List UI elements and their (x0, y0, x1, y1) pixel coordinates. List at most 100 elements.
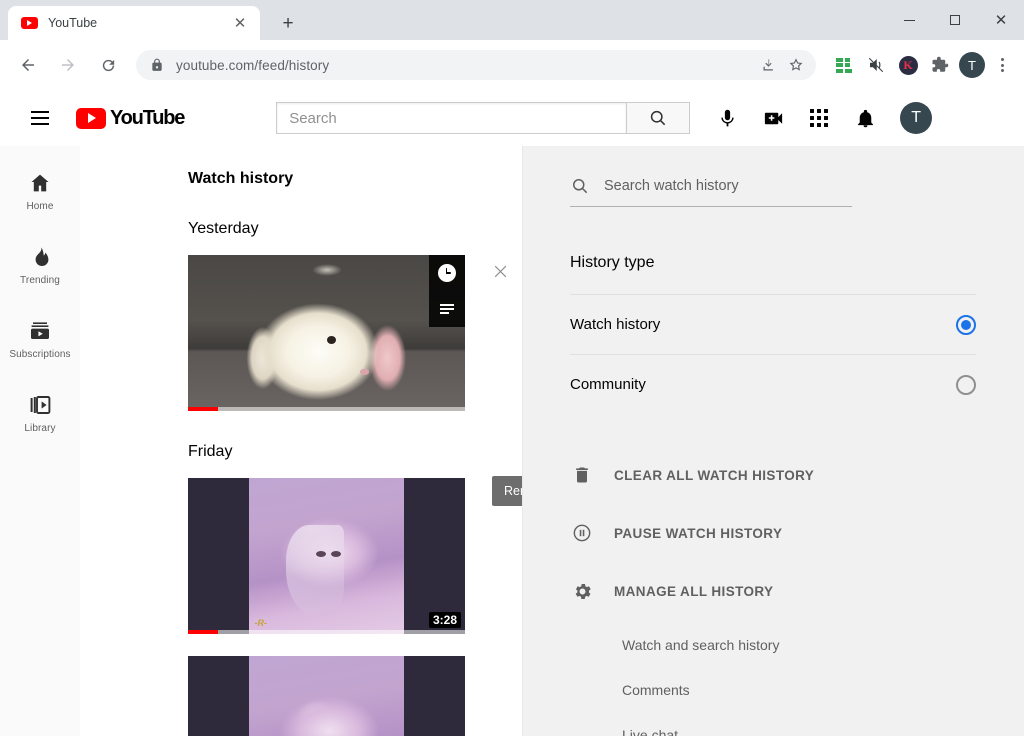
back-button[interactable] (11, 48, 45, 82)
youtube-logo-text: YouTube (110, 106, 185, 129)
youtube-favicon (20, 14, 38, 32)
section-heading-yesterday: Yesterday (188, 220, 259, 237)
section-heading-friday: Friday (188, 443, 233, 460)
sidebar-label-trending: Trending (20, 274, 60, 286)
voice-search-icon[interactable] (712, 103, 742, 133)
link-live-chat[interactable]: Live chat (622, 712, 976, 736)
bookmark-star-icon[interactable] (782, 51, 810, 79)
bunny-thumbnail[interactable] (188, 255, 465, 411)
window-close-button[interactable]: ✕ (978, 4, 1024, 36)
sidebar-item-library[interactable]: Library (0, 376, 80, 450)
library-icon (28, 393, 52, 417)
thumbnail-hover-actions (429, 255, 465, 327)
bunny-nose (359, 368, 369, 375)
thumbnail-hair (286, 524, 345, 615)
browser-toolbar: youtube.com/feed/history K T (0, 40, 1024, 90)
history-video-item[interactable]: -R- 3:28 (188, 478, 522, 634)
youtube-apps-icon[interactable] (804, 103, 834, 133)
youtube-account-avatar[interactable]: T (900, 102, 933, 134)
girl-music-video-thumbnail-2[interactable] (188, 656, 465, 736)
window-maximize-button[interactable] (932, 4, 978, 36)
radio-watch-history[interactable] (956, 314, 976, 335)
history-type-option-community[interactable]: Community (570, 354, 976, 414)
extension-icons: K T (822, 51, 1016, 79)
window-controls: ✕ (886, 0, 1024, 40)
notifications-bell-icon[interactable] (850, 103, 880, 133)
reload-button[interactable] (91, 48, 125, 82)
sidebar-label-library: Library (24, 422, 56, 434)
girl-music-video-thumbnail[interactable]: -R- 3:28 (188, 478, 465, 634)
watch-later-clock-icon[interactable] (429, 255, 465, 291)
trending-flame-icon (28, 245, 52, 269)
history-options-panel: Search watch history History type Watch … (522, 146, 1024, 736)
remove-from-history-button[interactable] (487, 258, 513, 284)
radio-community[interactable] (956, 374, 976, 395)
thumbnail-image (188, 478, 465, 634)
history-type-option-watch-history[interactable]: Watch history (570, 294, 976, 354)
tab-close-icon[interactable]: ✕ (230, 13, 250, 33)
search-submit-button[interactable] (626, 102, 691, 134)
watch-progress-fill (188, 630, 219, 634)
history-actions: CLEAR ALL WATCH HISTORY PAUSE WATCH HIST… (570, 446, 976, 620)
browser-profile-avatar[interactable]: T (959, 52, 985, 78)
puzzle-extensions-icon[interactable] (926, 51, 954, 79)
history-search-field[interactable]: Search watch history (570, 176, 852, 207)
history-sub-links: Watch and search history Comments Live c… (622, 622, 976, 736)
home-icon (28, 171, 52, 195)
panel-divider (522, 146, 523, 736)
history-video-item[interactable] (188, 255, 522, 411)
page-viewport: YouTube Search T Home Trending Subscript… (0, 90, 1024, 736)
option-label: Community (570, 376, 646, 393)
thumbnail-image (188, 255, 465, 411)
link-comments[interactable]: Comments (622, 667, 976, 712)
sidebar-label-subscriptions: Subscriptions (9, 348, 71, 360)
page-scrollbar[interactable] (1009, 90, 1024, 736)
masthead-actions: T (712, 102, 933, 134)
sidebar-item-home[interactable]: Home (0, 154, 80, 228)
address-bar[interactable]: youtube.com/feed/history (136, 50, 816, 80)
youtube-masthead: YouTube Search T (0, 90, 1024, 146)
clear-all-watch-history-button[interactable]: CLEAR ALL WATCH HISTORY (570, 446, 976, 504)
watch-history-content: Watch history Yesterday Friday -R- 3:28 … (80, 146, 522, 736)
chrome-menu-icon[interactable] (988, 51, 1016, 79)
link-watch-and-search-history[interactable]: Watch and search history (622, 622, 976, 667)
remove-tooltip: Remove from Watch history (492, 476, 522, 506)
trash-icon (570, 465, 594, 485)
video-duration-badge: 3:28 (428, 612, 461, 628)
manage-all-history-button[interactable]: MANAGE ALL HISTORY (570, 562, 976, 620)
sidebar-item-trending[interactable]: Trending (0, 228, 80, 302)
sound-extension-icon[interactable] (862, 51, 890, 79)
subscriptions-icon (28, 319, 52, 343)
youtube-body: Home Trending Subscriptions Library Watc… (0, 146, 1024, 736)
kaspersky-letter: K (898, 55, 918, 75)
forward-button[interactable] (51, 48, 85, 82)
action-label: PAUSE WATCH HISTORY (614, 525, 783, 541)
option-label: Watch history (570, 316, 661, 333)
new-tab-button[interactable]: + (274, 9, 302, 37)
window-minimize-button[interactable] (886, 4, 932, 36)
add-to-queue-icon[interactable] (429, 291, 465, 327)
lock-icon (150, 58, 164, 72)
sidebar-item-subscriptions[interactable]: Subscriptions (0, 302, 80, 376)
history-type-heading: History type (570, 254, 655, 271)
thumbnail-image (188, 656, 465, 736)
download-icon[interactable] (754, 51, 782, 79)
youtube-search: Search (276, 102, 691, 134)
youtube-logo[interactable]: YouTube (76, 106, 185, 130)
hamburger-menu-icon[interactable] (20, 98, 60, 138)
history-video-item[interactable] (188, 656, 522, 736)
youtube-play-mark (76, 107, 106, 129)
green-grid-extension-icon[interactable] (830, 51, 858, 79)
create-video-icon[interactable] (758, 103, 788, 133)
tab-title: YouTube (48, 16, 98, 30)
search-input[interactable]: Search (276, 102, 627, 134)
bunny-eye (326, 336, 336, 345)
pause-watch-history-button[interactable]: PAUSE WATCH HISTORY (570, 504, 976, 562)
action-label: MANAGE ALL HISTORY (614, 583, 774, 599)
sidebar-label-home: Home (26, 200, 54, 212)
action-label: CLEAR ALL WATCH HISTORY (614, 467, 815, 483)
kaspersky-extension-icon[interactable]: K (894, 51, 922, 79)
browser-tab-youtube[interactable]: YouTube ✕ (8, 6, 260, 40)
page-title: Watch history (188, 170, 294, 187)
search-icon (573, 179, 588, 194)
